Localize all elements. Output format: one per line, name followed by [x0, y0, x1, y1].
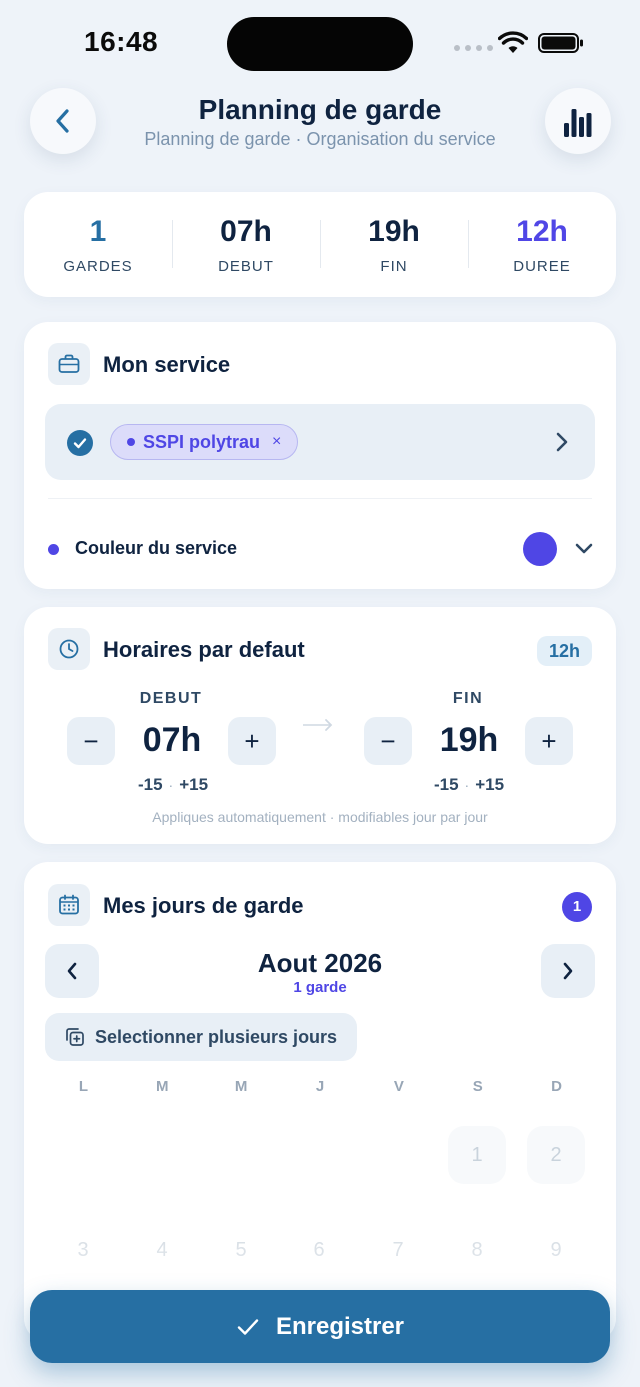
service-card: Mon service SSPI polytrau × Couleur du s…	[24, 322, 616, 589]
summary-label: GARDES	[63, 258, 133, 275]
chevron-right-icon	[563, 962, 573, 980]
next-month-button[interactable]	[541, 944, 595, 998]
horaires-card: Horaires par defaut 12h DEBUT − 07h + -1…	[24, 607, 616, 844]
summary-card: 1 GARDES 07h DEBUT 19h FIN 12h DUREE	[24, 192, 616, 297]
weekday-label: S	[472, 1078, 483, 1095]
start-adjust: -15 · +15	[137, 775, 209, 794]
duration-badge: 12h	[536, 636, 592, 666]
weekday-label: L	[78, 1078, 88, 1095]
chevron-right-icon	[556, 432, 568, 452]
summary-label: DUREE	[513, 258, 571, 275]
clock-icon	[48, 628, 90, 670]
cellular-signal-icon	[454, 45, 493, 51]
briefcase-icon	[48, 343, 90, 385]
save-button[interactable]: Enregistrer	[30, 1290, 610, 1363]
divider	[48, 498, 592, 499]
weekday-label: M	[156, 1078, 169, 1095]
summary-label: DEBUT	[218, 258, 274, 275]
section-title: Mes jours de garde	[103, 893, 304, 918]
days-count-badge: 1	[562, 892, 592, 922]
end-adjust: -15 · +15	[433, 775, 505, 794]
weekday-label: J	[315, 1078, 325, 1095]
horaires-hint: Appliques automatiquement · modifiables …	[152, 809, 488, 825]
summary-gardes: 1 GARDES	[24, 214, 172, 275]
end-plus-button[interactable]: +	[525, 717, 573, 765]
section-title: Horaires par defaut	[103, 637, 305, 662]
end-time-value: 19h	[439, 721, 499, 759]
summary-label: FIN	[380, 258, 408, 275]
multi-select-label: Selectionner plusieurs jours	[95, 1026, 338, 1047]
weekday-header: L M M J V S D	[44, 1078, 596, 1095]
status-bar: 16:48	[0, 0, 640, 86]
statistics-button[interactable]	[545, 88, 611, 154]
calendar-icon	[48, 884, 90, 926]
page-title: Planning de garde	[198, 94, 442, 125]
summary-duree: 12h DUREE	[468, 214, 616, 275]
summary-value: 12h	[516, 215, 568, 248]
weekday-label: V	[393, 1078, 404, 1095]
start-label: DEBUT	[139, 690, 203, 707]
save-button-label: Enregistrer	[275, 1312, 405, 1340]
calendar-day[interactable]: 1	[448, 1126, 506, 1184]
checkmark-icon	[237, 1318, 259, 1335]
calendar-day[interactable]: 2	[527, 1126, 585, 1184]
start-plus-15-button[interactable]: +15	[179, 775, 208, 794]
start-time-value: 07h	[142, 721, 202, 759]
service-chip[interactable]: SSPI polytrau ×	[110, 424, 299, 460]
chip-label: SSPI polytrau	[143, 431, 261, 452]
weekday-label: D	[551, 1078, 562, 1095]
end-plus-15-button[interactable]: +15	[475, 775, 504, 794]
jours-card: Mes jours de garde 1 Aout 2026 1 garde S…	[24, 862, 616, 1342]
month-title: Aout 2026	[257, 948, 383, 978]
chevron-down-icon[interactable]	[574, 542, 594, 556]
summary-value: 1	[89, 215, 107, 248]
end-minus-button[interactable]: −	[364, 717, 412, 765]
wifi-icon	[498, 31, 528, 53]
start-minus-15-button[interactable]: -15	[138, 775, 163, 794]
end-label: FIN	[452, 690, 484, 707]
month-garde-count: 1 garde	[293, 979, 347, 996]
start-plus-button[interactable]: +	[228, 717, 276, 765]
chip-color-dot	[127, 438, 135, 446]
battery-icon	[538, 33, 583, 53]
color-indicator-dot	[48, 544, 59, 555]
color-label: Couleur du service	[75, 538, 238, 558]
chip-remove-icon[interactable]: ×	[272, 433, 281, 451]
summary-value: 07h	[220, 215, 272, 248]
section-title: Mon service	[103, 352, 231, 377]
dynamic-island	[227, 17, 413, 71]
weekday-label: M	[234, 1078, 248, 1095]
end-minus-15-button[interactable]: -15	[434, 775, 459, 794]
multi-select-icon	[66, 1028, 84, 1046]
summary-value: 19h	[368, 215, 420, 248]
arrow-right-icon	[303, 719, 333, 731]
color-swatch[interactable]	[523, 532, 557, 566]
status-time: 16:48	[84, 26, 159, 57]
summary-debut: 07h DEBUT	[172, 214, 320, 275]
page-subtitle: Planning de garde · Organisation du serv…	[144, 129, 496, 149]
summary-fin: 19h FIN	[320, 214, 468, 275]
start-minus-button[interactable]: −	[67, 717, 115, 765]
service-selector[interactable]: SSPI polytrau ×	[45, 404, 595, 480]
check-icon	[67, 430, 93, 456]
bar-chart-icon	[564, 109, 592, 137]
multi-select-button[interactable]: Selectionner plusieurs jours	[45, 1013, 358, 1061]
